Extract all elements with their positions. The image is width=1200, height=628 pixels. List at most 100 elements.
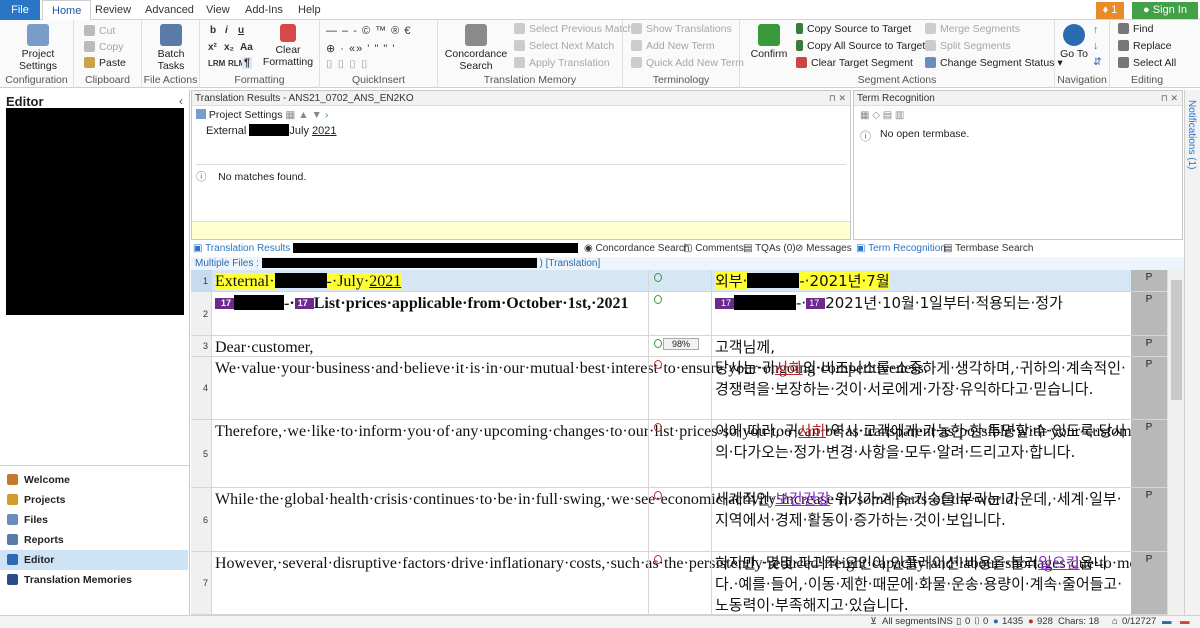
vertical-scrollbar[interactable] <box>1167 270 1184 615</box>
sign-in-button[interactable]: ● Sign In <box>1132 2 1198 19</box>
segment-target[interactable]: 외부· -·2021년·7월 <box>715 271 1127 292</box>
chevron-right-icon[interactable]: › <box>325 109 329 121</box>
italic-icon[interactable]: i <box>225 25 228 36</box>
tab-help[interactable]: Help <box>289 0 330 20</box>
segment-status[interactable] <box>648 292 712 335</box>
confirm-button[interactable]: Confirm <box>746 24 792 60</box>
case-icon[interactable]: Aa <box>240 42 253 53</box>
batch-tasks-button[interactable]: Batch Tasks <box>146 24 196 72</box>
segment-target[interactable]: 하지만,·몇몇·파괴적·요인이·인플레이션·비용을·불러일으킵옵니다.·예를·들… <box>715 553 1127 615</box>
arrows-icon[interactable]: ⇵ <box>1093 55 1102 70</box>
nav-welcome[interactable]: Welcome <box>0 470 188 490</box>
notifications-strip[interactable]: Notifications (1) <box>1184 90 1200 615</box>
panel-splitter[interactable] <box>0 465 190 469</box>
copy-all-source-button[interactable]: Copy All Source to Target <box>796 39 925 54</box>
add-new-term-button[interactable]: Add New Term <box>631 39 715 54</box>
superscript-icon[interactable]: x² <box>208 42 217 53</box>
replace-button[interactable]: Replace <box>1118 39 1172 54</box>
arrow-down-icon[interactable]: ↓ <box>1093 39 1098 54</box>
change-segment-status-button[interactable]: Change Segment Status ▾ <box>925 56 1063 71</box>
clear-formatting-button[interactable]: Clear Formatting <box>260 24 316 68</box>
segment-row[interactable]: 4 We·value·your·business·and·believe·it·i… <box>191 357 1184 420</box>
segment-row[interactable]: 3 Dear·customer, 98% 고객님께, P <box>191 336 1184 357</box>
segment-target[interactable]: 고객님께, <box>715 337 1127 358</box>
nav-translation-memories[interactable]: Translation Memories <box>0 570 188 590</box>
segment-status[interactable]: 98% <box>648 336 712 356</box>
tab-addins[interactable]: Add-Ins <box>236 0 292 20</box>
segment-target[interactable]: 당사는·귀사하의·비즈니스를·소중하게·생각하며,·귀하의·계속적인·경쟁력을·… <box>715 358 1127 400</box>
segment-row[interactable]: 1 External· -·July·2021 외부· -·2021년·7월 P <box>191 270 1184 292</box>
clear-target-segment-button[interactable]: Clear Target Segment <box>796 56 913 71</box>
nav-reports[interactable]: Reports <box>0 530 188 550</box>
tab-term-recognition[interactable]: ▣ Term Recognition <box>856 242 946 256</box>
quick-add-term-button[interactable]: Quick Add New Term <box>631 56 744 71</box>
quickinsert-row-3[interactable]: ⌷ ⌷ ⌷ ⌷ <box>326 59 369 72</box>
segment-row[interactable]: 2 17 -· 17 List·prices·applicable·from·Octob… <box>191 292 1184 336</box>
nav-editor[interactable]: Editor <box>0 550 188 570</box>
pilcrow-icon[interactable]: ¶ <box>242 57 253 69</box>
go-to-button[interactable]: Go To <box>1059 24 1089 60</box>
arrow-up-icon[interactable]: ↑ <box>1093 23 1098 38</box>
show-translations-button[interactable]: Show Translations <box>631 22 732 37</box>
segment-status[interactable] <box>648 420 712 487</box>
segment-target[interactable]: 17 -· 17 2021년·10월·1일부터·적용되는·정가 <box>715 293 1127 314</box>
split-segments-button[interactable]: Split Segments <box>925 39 1011 54</box>
tag-marker[interactable]: 17 <box>294 298 314 309</box>
ltr-icon[interactable]: LRM <box>208 59 225 68</box>
find-button[interactable]: Find <box>1118 22 1153 37</box>
pin-icon[interactable]: ⊓ ✕ <box>1161 91 1178 106</box>
merge-segments-button[interactable]: Merge Segments <box>925 22 1020 37</box>
quickinsert-row-1[interactable]: — – ‑ © ™ ® € <box>326 25 411 37</box>
tab-translation-results[interactable]: ▣ Translation Results <box>193 242 579 256</box>
cut-button[interactable]: Cut <box>84 24 115 39</box>
document-tab[interactable]: Multiple Files : ) [Translation] <box>191 257 1184 270</box>
paste-button[interactable]: Paste <box>84 56 126 71</box>
segment-status[interactable] <box>648 488 712 551</box>
segment-row[interactable]: 6 While·the·global·health·crisis·continue… <box>191 488 1184 552</box>
subscript-icon[interactable]: x₂ <box>224 42 234 53</box>
notification-badge[interactable]: ♦ 1 <box>1096 2 1124 19</box>
concordance-search-button[interactable]: Concordance Search <box>442 24 510 72</box>
tr-source-text-a: External <box>206 125 247 137</box>
segment-target[interactable]: 이에·따라,·귀사하·역시·고객에게·가능한·한·투명할·수·있도록·당사의·다… <box>715 421 1127 463</box>
term-toolbar-icons[interactable]: ▦ ◇ ▤ ▥ <box>860 110 904 121</box>
tab-concordance-search[interactable]: ◉ Concordance Search <box>584 242 689 256</box>
nav-projects[interactable]: Projects <box>0 490 188 510</box>
apply-translation-button[interactable]: Apply Translation <box>514 56 610 71</box>
tab-home[interactable]: Home <box>42 0 92 21</box>
tab-termbase-search[interactable]: ▤ Termbase Search <box>943 242 1033 256</box>
tab-advanced[interactable]: Advanced <box>136 0 203 20</box>
quickinsert-row-2[interactable]: ⊕ · «» ' " " ' <box>326 42 395 55</box>
select-previous-match-button[interactable]: Select Previous Match <box>514 22 633 37</box>
project-settings-button[interactable]: Project Settings <box>8 24 68 72</box>
pin-icon[interactable]: ⊓ ✕ <box>829 91 846 106</box>
copy-button[interactable]: Copy <box>84 40 124 55</box>
select-all-button[interactable]: Select All <box>1118 56 1176 71</box>
tab-review[interactable]: Review <box>86 0 140 20</box>
copy-source-to-target-button[interactable]: Copy Source to Target <box>796 22 911 37</box>
tab-comments[interactable]: ▢ Comments <box>683 242 744 256</box>
tag-marker[interactable]: 17 <box>715 298 735 309</box>
tab-tqas[interactable]: ▤ TQAs (0) <box>743 242 796 256</box>
tag-marker[interactable]: 17 <box>806 298 826 309</box>
segment-status[interactable] <box>648 552 712 614</box>
tr-project-settings-button[interactable]: Project Settings <box>209 109 283 121</box>
tab-file[interactable]: File <box>0 0 40 20</box>
nav-files[interactable]: Files <box>0 510 188 530</box>
status-insert-mode[interactable]: INS <box>937 616 953 628</box>
bold-icon[interactable]: b <box>210 25 216 36</box>
segment-target[interactable]: 세계적인·보건건강·위기가·계속·기승을·부리는·가운데,·세계·일부·지역에서… <box>715 489 1127 531</box>
select-next-match-button[interactable]: Select Next Match <box>514 39 614 54</box>
scrollbar-thumb[interactable] <box>1171 280 1182 400</box>
underline-icon[interactable]: u <box>238 25 244 36</box>
tag-marker[interactable]: 17 <box>215 298 235 309</box>
status-filter[interactable]: All segments <box>882 616 936 628</box>
tab-view[interactable]: View <box>197 0 239 20</box>
segment-status[interactable] <box>648 270 712 291</box>
segment-row[interactable]: 7 However,·several·disruptive·factors·dri… <box>191 552 1184 615</box>
collapse-icon[interactable]: ‹ <box>179 94 183 108</box>
segment-row[interactable]: 5 Therefore,·we·like·to·inform·you·of·any… <box>191 420 1184 488</box>
segment-status[interactable] <box>648 357 712 419</box>
toolbar-icons[interactable]: ▦ ▲ ▼ <box>285 109 324 121</box>
tab-messages[interactable]: ⊘ Messages <box>795 242 852 256</box>
